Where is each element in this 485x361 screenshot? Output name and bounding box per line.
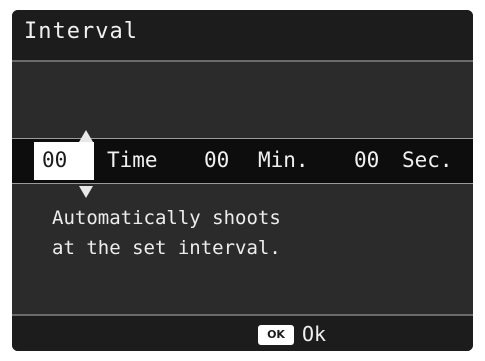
ok-button-icon[interactable]: OK [258,325,294,345]
arrow-down-icon[interactable] [79,186,93,198]
description-line-1: Automatically shoots [52,207,281,229]
arrow-up-icon[interactable] [79,130,93,142]
bottom-bar: OK Ok [12,314,473,351]
ok-label[interactable]: Ok [302,321,326,347]
minutes-unit-label: Min. [258,148,309,172]
hours-value[interactable]: 00 [42,147,67,173]
seconds-value[interactable]: 00 [354,147,379,173]
seconds-unit-label: Sec. [402,148,453,172]
hours-unit-label: Time [107,148,158,172]
interval-setting-row: 00 Time 00 Min. 00 Sec. [12,130,473,198]
camera-menu-screen: Interval 00 Time 00 Min. 00 Sec. Automat… [12,10,473,351]
description-line-2: at the set interval. [52,237,281,259]
title-bar: Interval [12,10,473,62]
page-title: Interval [24,19,138,44]
minutes-value[interactable]: 00 [204,147,229,173]
